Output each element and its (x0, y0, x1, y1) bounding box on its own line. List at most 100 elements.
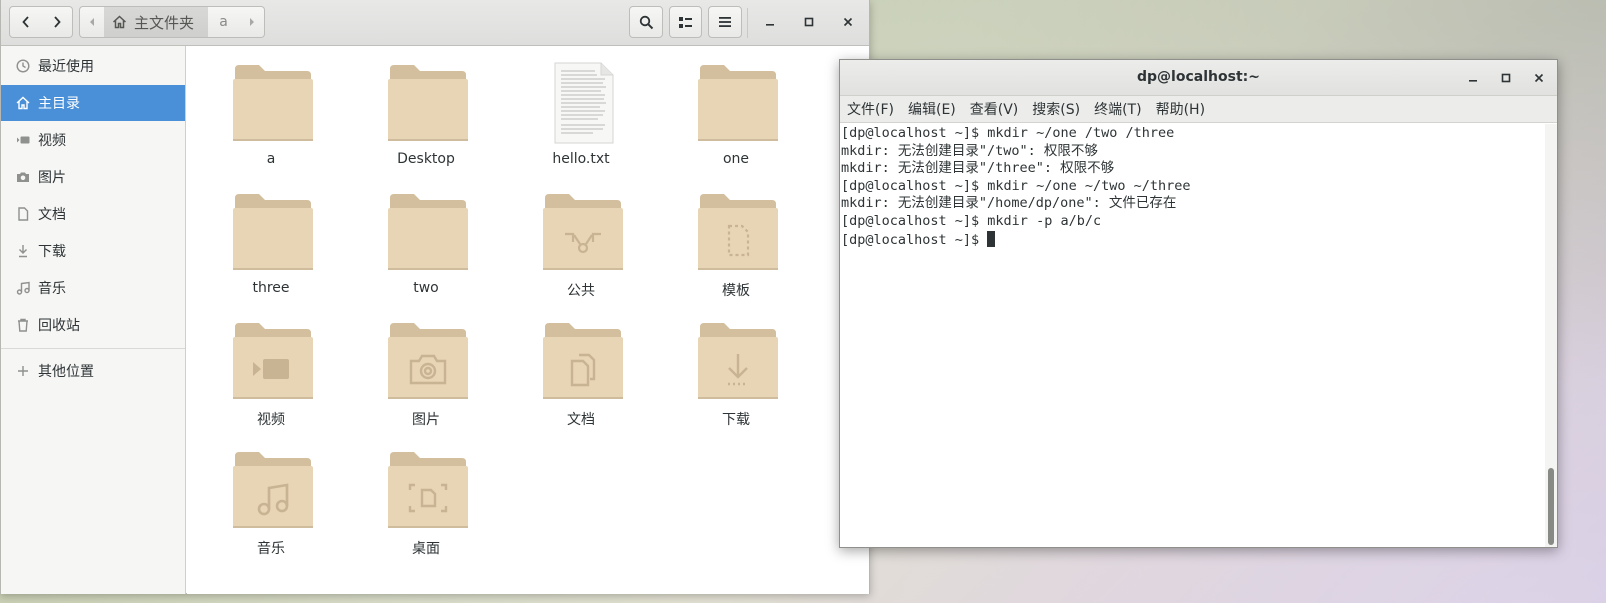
file-name: 视频 (257, 412, 285, 428)
folder-item-three[interactable]: three (211, 175, 331, 296)
file-name: hello.txt (552, 151, 610, 167)
folder-item-desktop[interactable]: Desktop (366, 46, 486, 167)
text-file-icon (554, 62, 614, 144)
folder-item-pictures[interactable]: 图片 (366, 304, 486, 428)
sidebar-item-label: 下载 (38, 244, 66, 260)
back-button[interactable] (9, 6, 42, 38)
folder-item-a[interactable]: a (211, 46, 331, 167)
folder-icon (233, 194, 313, 270)
folder-item-public[interactable]: 公共 (521, 175, 641, 299)
sidebar-item-other-locations[interactable]: 其他位置 (1, 353, 185, 389)
terminal-line: [dp@localhost ~]$ mkdir -p a/b/c (841, 212, 1102, 229)
hamburger-menu-icon (719, 17, 731, 27)
sidebar-item-label: 主目录 (38, 96, 80, 112)
maximize-icon (1501, 73, 1511, 83)
folder-item-one[interactable]: one (676, 46, 796, 167)
terminal-line: mkdir: 无法创建目录"/three": 权限不够 (841, 160, 1115, 177)
minimize-button[interactable] (755, 8, 785, 36)
file-name: one (722, 151, 750, 167)
folder-icon (233, 65, 313, 141)
file-name: three (252, 280, 290, 296)
download-folder-icon (698, 323, 778, 399)
music-icon (16, 281, 30, 295)
folder-icon (388, 194, 468, 270)
sidebar-item-recent[interactable]: 最近使用 (1, 48, 185, 84)
close-icon (843, 17, 853, 27)
trash-icon (16, 318, 30, 332)
camera-folder-icon (388, 323, 468, 399)
close-icon (1534, 73, 1544, 83)
close-button[interactable] (833, 8, 863, 36)
terminal-window: dp@localhost:~ 文件(F) 编辑(E) 查看(V) 搜索(S) 终… (839, 59, 1558, 548)
maximize-button[interactable] (794, 8, 824, 36)
terminal-line: [dp@localhost ~]$ mkdir ~/one ~/two ~/th… (841, 177, 1191, 194)
path-scroll-right-button[interactable] (239, 6, 265, 38)
folder-item-music[interactable]: 音乐 (211, 433, 331, 557)
file-name: 模板 (722, 283, 750, 299)
sidebar-item-label: 视频 (38, 133, 66, 149)
folder-icon (388, 65, 468, 141)
terminal-close-button[interactable] (1526, 66, 1552, 90)
file-view: a Desktop hello.txt one three two 公共 模板 … (187, 46, 869, 594)
menu-button[interactable] (708, 6, 742, 38)
home-icon (16, 96, 30, 110)
menu-help[interactable]: 帮助(H) (1156, 99, 1205, 119)
terminal-menubar: 文件(F) 编辑(E) 查看(V) 搜索(S) 终端(T) 帮助(H) (840, 96, 1557, 123)
sidebar-item-trash[interactable]: 回收站 (1, 307, 185, 343)
sidebar-item-home[interactable]: 主目录 (1, 85, 185, 121)
path-scroll-left-button[interactable] (79, 6, 105, 38)
sidebar-item-label: 音乐 (38, 281, 66, 297)
path-home-button[interactable]: 主文件夹 (104, 6, 209, 38)
sidebar-item-pictures[interactable]: 图片 (1, 159, 185, 195)
terminal-scrollbar-thumb[interactable] (1548, 468, 1554, 545)
places-sidebar: 最近使用 主目录 视频 图片 文档 下载 音乐 回收站 其他位置 (1, 46, 186, 594)
search-button[interactable] (629, 6, 663, 38)
menu-search[interactable]: 搜索(S) (1032, 99, 1080, 119)
file-name: a (266, 151, 276, 167)
terminal-line: mkdir: 无法创建目录"/two": 权限不够 (841, 142, 1098, 159)
plus-icon (16, 364, 30, 378)
path-current-label: a (219, 14, 228, 30)
home-icon (112, 15, 127, 29)
sidebar-item-music[interactable]: 音乐 (1, 270, 185, 306)
video-icon (16, 133, 30, 147)
file-item-hello-txt[interactable]: hello.txt (521, 46, 641, 167)
document-icon (16, 207, 30, 221)
file-name: Desktop (397, 151, 455, 167)
folder-item-two[interactable]: two (366, 175, 486, 296)
file-name: 音乐 (257, 541, 285, 557)
sidebar-item-documents[interactable]: 文档 (1, 196, 185, 232)
minimize-icon (766, 24, 774, 26)
document-folder-icon (543, 323, 623, 399)
menu-edit[interactable]: 编辑(E) (908, 99, 956, 119)
sidebar-item-downloads[interactable]: 下载 (1, 233, 185, 269)
terminal-prompt: [dp@localhost ~]$ (841, 231, 988, 248)
terminal-titlebar[interactable]: dp@localhost:~ (840, 60, 1557, 96)
menu-terminal[interactable]: 终端(T) (1094, 99, 1141, 119)
menu-file[interactable]: 文件(F) (847, 99, 894, 119)
file-name: 公共 (567, 283, 595, 299)
path-current-button[interactable]: a (208, 6, 240, 38)
folder-item-downloads[interactable]: 下载 (676, 304, 796, 428)
terminal-line: [dp@localhost ~]$ mkdir ~/one /two /thre… (841, 125, 1175, 141)
folder-item-templates[interactable]: 模板 (676, 175, 796, 299)
terminal-maximize-button[interactable] (1493, 66, 1519, 90)
folder-item-videos[interactable]: 视频 (211, 304, 331, 428)
sidebar-item-label: 回收站 (38, 318, 80, 334)
sidebar-divider (1, 348, 185, 349)
file-name: two (413, 280, 439, 296)
camera-icon (16, 170, 30, 184)
folder-item-documents[interactable]: 文档 (521, 304, 641, 428)
terminal-prompt-line: [dp@localhost ~]$ (841, 230, 1545, 249)
folder-item-desktop-cn[interactable]: 桌面 (366, 433, 486, 557)
view-toggle-button[interactable] (669, 6, 702, 38)
file-name: 下载 (722, 412, 750, 428)
video-folder-icon (233, 323, 313, 399)
path-home-label: 主文件夹 (134, 13, 195, 32)
menu-view[interactable]: 查看(V) (970, 99, 1019, 119)
terminal-minimize-button[interactable] (1460, 66, 1486, 90)
terminal-output[interactable]: [dp@localhost ~]$ mkdir ~/one /two /thre… (840, 124, 1545, 547)
sidebar-item-videos[interactable]: 视频 (1, 122, 185, 158)
file-manager-headerbar: 主文件夹 a (1, 0, 869, 46)
forward-button[interactable] (41, 6, 73, 38)
